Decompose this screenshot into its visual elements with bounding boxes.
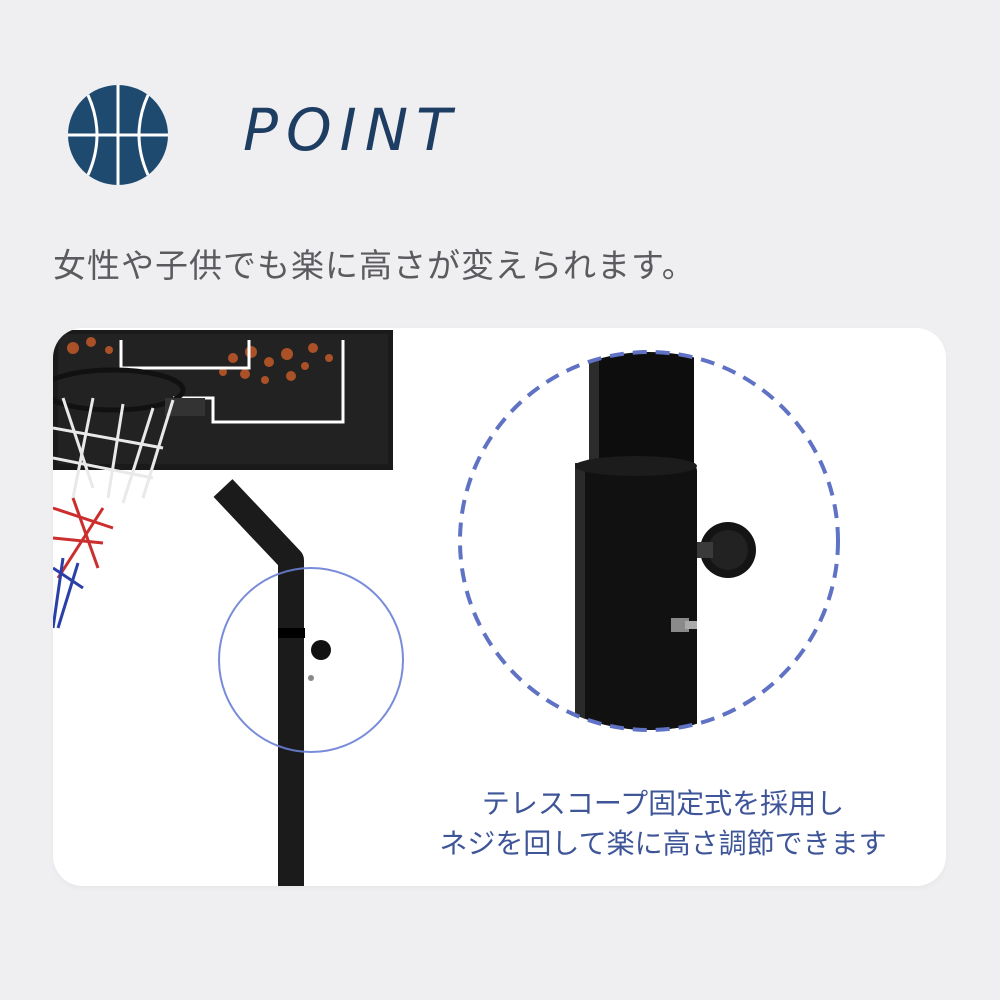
zoom-detail <box>458 350 840 732</box>
pole <box>213 479 331 886</box>
backboard <box>53 330 393 470</box>
header: POINT <box>0 0 1000 230</box>
product-card: テレスコープ固定式を採用し ネジを回して楽に高さ調節できます <box>53 328 946 886</box>
detail-circle-small <box>218 567 404 753</box>
hoop-net <box>53 367 205 629</box>
basketball-icon <box>68 85 168 185</box>
subtitle-text: 女性や子供でも楽に高さが変えられます。 <box>53 246 696 285</box>
page-title: POINT <box>243 96 460 164</box>
caption: テレスコープ固定式を採用し ネジを回して楽に高さ調節できます <box>393 784 933 864</box>
caption-line-2: ネジを回して楽に高さ調節できます <box>439 827 887 860</box>
caption-line-1: テレスコープ固定式を採用し <box>481 787 845 820</box>
